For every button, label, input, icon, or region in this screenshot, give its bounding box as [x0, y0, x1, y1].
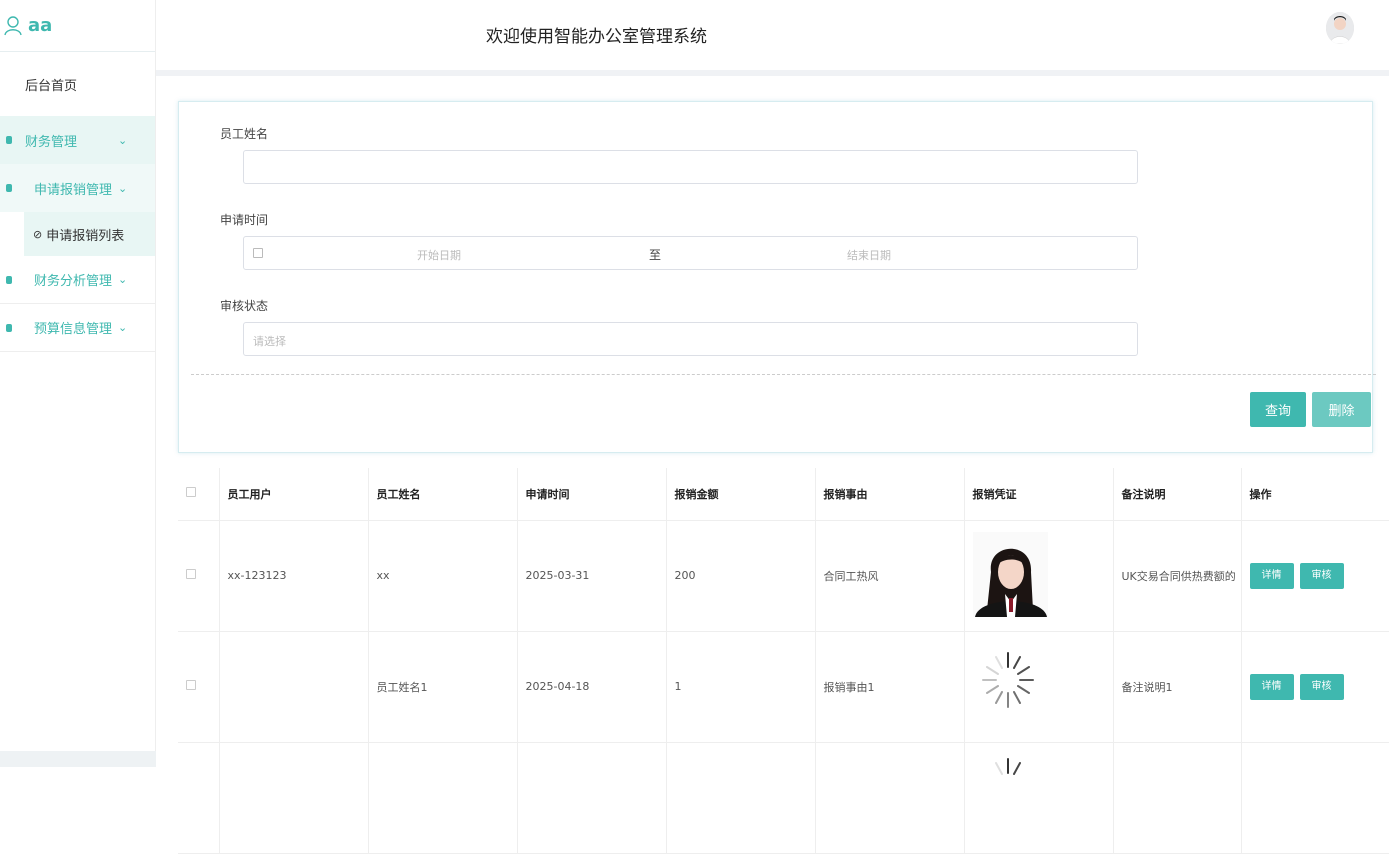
note-cell	[1113, 742, 1242, 854]
row-checkbox[interactable]	[186, 680, 196, 690]
chevron-down-icon: ⌄	[118, 273, 128, 286]
amount-cell	[666, 742, 816, 854]
employee-name-label: 员工姓名	[220, 127, 269, 141]
select-all-checkbox[interactable]	[186, 487, 196, 498]
chevron-down-icon: ⌄	[118, 181, 128, 195]
loading-spinner-icon	[994, 757, 1021, 775]
sidebar-item-budget[interactable]: 预算信息管理 ⌄	[0, 304, 155, 352]
user-cell: xx-123123	[219, 520, 369, 632]
sidebar-item-finance[interactable]: 财务管理 ⌄	[0, 116, 155, 164]
sidebar-item-home-label: 后台首页	[25, 78, 78, 94]
review-button[interactable]: 审核	[1299, 673, 1344, 700]
reason-cell: 合同工热风	[815, 520, 965, 632]
sidebar-footer	[0, 751, 156, 767]
sidebar-item-reimburse-list-label: 申请报销列表	[46, 228, 125, 244]
voucher-cell	[964, 520, 1114, 632]
reason-cell: 报销事由1	[815, 631, 965, 743]
query-button[interactable]: 查询	[1250, 392, 1306, 427]
column-header: 员工姓名	[368, 468, 518, 521]
row-checkbox[interactable]	[186, 569, 196, 579]
time-cell	[517, 742, 667, 854]
avatar[interactable]	[1326, 12, 1354, 44]
column-header: 员工用户	[219, 468, 369, 521]
actions-cell: 详情 审核	[1241, 631, 1389, 743]
range-separator: 至	[649, 248, 662, 262]
menu-icon	[6, 184, 12, 192]
row-select-cell	[178, 742, 220, 854]
sidebar-item-reimburse-label: 申请报销管理	[34, 182, 113, 198]
header: 欢迎使用智能办公室管理系统	[156, 0, 1389, 76]
reimbursement-table: 员工用户 员工姓名 申请时间 报销金额 报销事由 报销凭证 备注说明 操作 xx…	[178, 468, 1389, 854]
search-form: 员工姓名 申请时间 开始日期 至 结束日期 审核状态 请选择 查询 删除	[178, 101, 1376, 453]
review-button[interactable]: 审核	[1299, 562, 1344, 589]
column-header: 报销事由	[815, 468, 965, 521]
time-cell: 2025-03-31	[517, 520, 667, 632]
calendar-icon	[253, 248, 263, 258]
voucher-image[interactable]	[972, 531, 1048, 617]
table-header-row: 员工用户 员工姓名 申请时间 报销金额 报销事由 报销凭证 备注说明 操作	[178, 468, 1389, 521]
divider	[191, 374, 1376, 375]
voucher-cell	[964, 742, 1114, 854]
sidebar-item-reimburse[interactable]: 申请报销管理 ⌄	[0, 164, 155, 212]
sidebar-item-analysis-label: 财务分析管理	[34, 274, 113, 289]
page-title: 欢迎使用智能办公室管理系统	[486, 27, 707, 47]
name-cell: 员工姓名1	[368, 631, 518, 743]
chevron-down-icon: ⌄	[118, 133, 128, 147]
column-header: 申请时间	[517, 468, 667, 521]
table-row: 员工姓名1 2025-04-18 1 报销事由1 备注说明1 详情 审核	[178, 631, 1389, 743]
note-cell: UK交易合同供热费额的	[1113, 520, 1242, 632]
end-date-input[interactable]: 结束日期	[847, 247, 891, 263]
user-cell	[219, 742, 369, 854]
start-date-input[interactable]: 开始日期	[417, 247, 461, 263]
delete-button[interactable]: 删除	[1312, 392, 1371, 427]
row-select-cell	[178, 631, 220, 743]
sidebar-item-home[interactable]: 后台首页	[0, 52, 155, 116]
column-header: 报销凭证	[964, 468, 1114, 521]
employee-name-input[interactable]	[243, 150, 1138, 184]
date-range-picker[interactable]: 开始日期 至 结束日期	[243, 236, 1138, 270]
reason-cell	[815, 742, 965, 854]
voucher-cell	[964, 631, 1114, 743]
apply-time-label: 申请时间	[220, 213, 269, 227]
actions-cell: 详情 审核	[1241, 520, 1389, 632]
table-row	[178, 742, 1389, 854]
detail-button[interactable]: 详情	[1249, 562, 1294, 589]
loading-spinner-icon	[981, 652, 1034, 708]
sidebar: aa 后台首页 财务管理 ⌄ 申请报销管理 ⌄ ⊘ 申请报销列表 财务分析管理 …	[0, 0, 156, 767]
sidebar-item-finance-label: 财务管理	[25, 134, 78, 150]
column-header: 操作	[1241, 468, 1389, 521]
sidebar-item-budget-label: 预算信息管理	[34, 322, 113, 337]
column-header: 备注说明	[1113, 468, 1242, 521]
review-status-select[interactable]: 请选择	[243, 322, 1138, 356]
column-header: 报销金额	[666, 468, 816, 521]
user-cell	[219, 631, 369, 743]
select-all-cell	[178, 468, 220, 521]
brand: aa	[0, 0, 155, 52]
menu-icon	[6, 323, 12, 332]
time-cell: 2025-04-18	[517, 631, 667, 743]
table-row: xx-123123 xx 2025-03-31 200 合同工热风 UK交易合同…	[178, 520, 1389, 632]
review-status-label: 审核状态	[220, 299, 269, 313]
sidebar-item-analysis[interactable]: 财务分析管理 ⌄	[0, 256, 155, 304]
note-cell: 备注说明1	[1113, 631, 1242, 743]
brand-name: aa	[28, 15, 53, 36]
row-select-cell	[178, 520, 220, 632]
name-cell	[368, 742, 518, 854]
user-icon	[4, 15, 22, 35]
name-cell: xx	[368, 520, 518, 632]
review-status-placeholder: 请选择	[253, 335, 286, 348]
actions-cell	[1241, 742, 1389, 854]
main-content: 员工姓名 申请时间 开始日期 至 结束日期 审核状态 请选择 查询 删除 员工用…	[162, 82, 1389, 854]
chevron-down-icon: ⌄	[118, 321, 128, 334]
sidebar-item-reimburse-list[interactable]: ⊘ 申请报销列表	[0, 212, 155, 256]
menu-icon	[6, 136, 12, 144]
detail-button[interactable]: 详情	[1249, 673, 1294, 700]
check-circle-icon: ⊘	[33, 227, 43, 241]
amount-cell: 200	[666, 520, 816, 632]
amount-cell: 1	[666, 631, 816, 743]
menu-icon	[6, 275, 12, 284]
